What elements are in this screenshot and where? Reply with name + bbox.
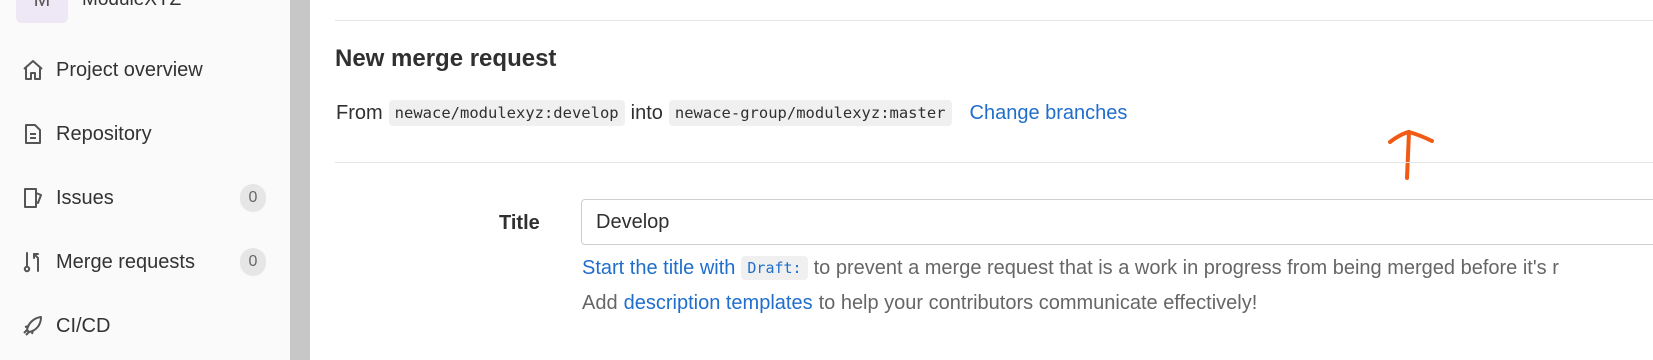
- project-name: ModuleXYZ: [82, 0, 181, 11]
- sidebar-scrollbar[interactable]: [290, 0, 310, 360]
- title-label: Title: [499, 212, 540, 234]
- document-icon: [21, 122, 45, 146]
- page-title: New merge request: [335, 45, 557, 72]
- top-divider: [335, 20, 1653, 21]
- project-header[interactable]: M ModuleXYZ: [16, 0, 181, 24]
- sidebar-item-label: Repository: [56, 122, 152, 145]
- issues-count-badge: 0: [240, 184, 266, 212]
- draft-code: Draft:: [741, 256, 808, 280]
- sidebar-item-label: CI/CD: [56, 314, 111, 337]
- branch-summary: From newace/modulexyz:develop into newac…: [336, 100, 1127, 126]
- change-branches-link[interactable]: Change branches: [970, 102, 1128, 125]
- arrow-up-annotation-icon: [1388, 129, 1434, 180]
- sidebar-item-repository[interactable]: Repository: [0, 111, 290, 157]
- draft-help-rest: to prevent a merge request that is a wor…: [813, 256, 1559, 279]
- templates-help-text: Add description templates to help your c…: [582, 292, 1257, 315]
- title-input[interactable]: [581, 199, 1653, 245]
- merge-requests-count-badge: 0: [240, 248, 266, 276]
- project-avatar: M: [16, 0, 68, 23]
- home-icon: [21, 58, 45, 82]
- target-branch: newace-group/modulexyz:master: [668, 100, 952, 126]
- issues-icon: [21, 186, 45, 210]
- templates-help-suffix: to help your contributors communicate ef…: [818, 292, 1258, 314]
- sidebar-item-label: Project overview: [56, 58, 203, 81]
- sidebar-item-project-overview[interactable]: Project overview: [0, 47, 290, 93]
- sidebar-item-issues[interactable]: Issues 0: [0, 175, 290, 221]
- sidebar-item-merge-requests[interactable]: Merge requests 0: [0, 239, 290, 285]
- sidebar-item-label: Issues: [56, 186, 114, 209]
- from-label: From: [336, 101, 383, 124]
- section-divider: [335, 162, 1653, 163]
- sidebar-item-label: Merge requests: [56, 250, 195, 273]
- into-label: into: [630, 101, 663, 124]
- description-templates-link[interactable]: description templates: [624, 292, 813, 315]
- rocket-icon: [21, 314, 45, 338]
- source-branch: newace/modulexyz:develop: [388, 100, 625, 126]
- draft-help-text: Start the title with Draft: to prevent a…: [582, 256, 1559, 280]
- merge-request-icon: [21, 250, 45, 274]
- sidebar: M ModuleXYZ Project overview Repository: [0, 0, 291, 360]
- sidebar-item-ci-cd[interactable]: CI/CD: [0, 303, 290, 349]
- main-content: New merge request From newace/modulexyz:…: [312, 0, 1653, 360]
- templates-help-prefix: Add: [582, 292, 618, 314]
- start-title-link[interactable]: Start the title with: [582, 257, 735, 280]
